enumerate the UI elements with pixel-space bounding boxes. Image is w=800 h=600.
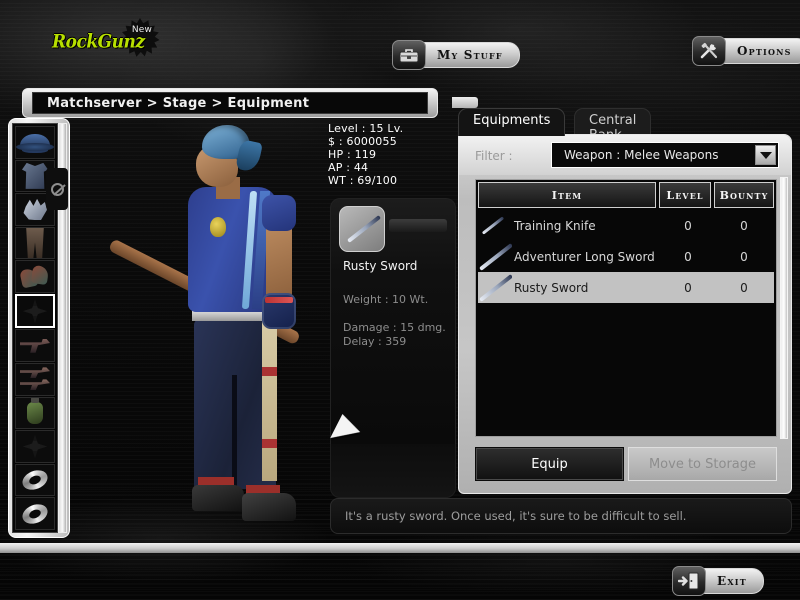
character-sleeve <box>262 195 296 231</box>
stat-hp: HP : 119 <box>328 148 377 161</box>
item-name: Rusty Sword <box>343 259 418 273</box>
item-durability-bar <box>389 219 447 232</box>
breadcrumb: Matchserver > Stage > Equipment <box>22 88 478 118</box>
item-row-bounty: 0 <box>740 218 748 233</box>
equip-button[interactable]: Equip <box>475 447 624 481</box>
item-description-bar: It's a rusty sword. Once used, it's sure… <box>330 498 792 534</box>
game-logo: New RockGunz <box>52 18 172 58</box>
item-thumbnail <box>339 206 385 252</box>
slot-ring-1[interactable] <box>15 463 55 497</box>
slot-ring-2[interactable] <box>15 497 55 530</box>
table-row[interactable]: Adventurer Long Sword 0 0 <box>478 241 774 272</box>
stat-level: Level : 15 Lv. <box>328 122 404 135</box>
item-row-level: 0 <box>684 280 692 295</box>
slot-column-lock-handle[interactable] <box>46 168 68 210</box>
equipment-panel: Filter : Weapon : Melee Weapons Item Lev… <box>458 134 792 494</box>
tab-central-bank[interactable]: Central Bank <box>574 108 652 143</box>
exit-label: Exit <box>699 568 764 594</box>
tab-equipments[interactable]: Equipments <box>458 108 566 136</box>
bottom-divider <box>0 543 800 553</box>
slot-primary[interactable] <box>15 329 55 363</box>
jacket-icon <box>22 162 48 189</box>
item-description-text: It's a rusty sword. Once used, it's sure… <box>345 509 687 523</box>
character-pant-stripe <box>262 321 277 481</box>
filter-label: Filter : <box>475 149 513 163</box>
slot-legs[interactable] <box>15 226 55 260</box>
table-row[interactable]: Training Knife 0 0 <box>478 210 774 241</box>
column-header-level[interactable]: Level <box>659 182 711 208</box>
item-damage: Damage : 15 dmg. <box>343 321 446 334</box>
boots-icon <box>21 266 49 288</box>
character-boot-left <box>192 485 244 511</box>
pants-icon <box>26 228 44 259</box>
breadcrumb-inner: Matchserver > Stage > Equipment <box>32 92 428 114</box>
column-header-item[interactable]: Item <box>478 182 656 208</box>
item-list-header: Item Level Bounty <box>478 182 774 208</box>
item-list-scrollbar[interactable] <box>780 177 788 439</box>
panel-action-buttons: Equip Move to Storage <box>475 447 777 481</box>
filter-selected-value: Weapon : Melee Weapons <box>564 148 719 162</box>
item-weight: Weight : 10 Wt. <box>343 293 429 306</box>
item-row-level: 0 <box>684 218 692 233</box>
knife-icon <box>478 212 512 240</box>
item-delay: Delay : 359 <box>343 335 407 348</box>
no-entry-icon <box>50 182 64 196</box>
item-row-bounty: 0 <box>740 280 748 295</box>
my-stuff-button[interactable]: My Stuff <box>392 40 520 70</box>
character-stats: Level : 15 Lv. $ : 6000055 HP : 119 AP :… <box>328 122 403 187</box>
character-leg-split <box>232 375 237 489</box>
grenade-icon <box>27 397 43 424</box>
exit-button[interactable]: Exit <box>672 566 764 596</box>
filter-dropdown[interactable]: Weapon : Melee Weapons <box>551 142 779 168</box>
sword-icon <box>478 243 512 271</box>
move-to-storage-button: Move to Storage <box>628 447 777 481</box>
slot-secondary[interactable] <box>15 363 55 396</box>
chevron-down-icon[interactable] <box>755 145 776 165</box>
character-boot-right <box>242 493 296 521</box>
slot-feet[interactable] <box>15 260 55 293</box>
sword-icon <box>347 215 381 243</box>
stat-wt: WT : 69/100 <box>328 174 398 187</box>
breadcrumb-text: Matchserver > Stage > Equipment <box>47 95 310 111</box>
my-stuff-label: My Stuff <box>419 42 520 68</box>
sword-icon <box>478 274 512 302</box>
slot-grenade[interactable] <box>15 396 55 430</box>
column-header-bounty[interactable]: Bounty <box>714 182 774 208</box>
suitcase-icon <box>392 40 426 70</box>
tools-icon <box>692 36 726 66</box>
item-list-rows: Training Knife 0 0 Adventurer Long Sword… <box>478 210 774 434</box>
slot-head[interactable] <box>15 126 55 159</box>
empty-slot-icon <box>23 434 47 459</box>
breadcrumb-tail <box>452 97 478 108</box>
item-row-bounty: 0 <box>740 249 748 264</box>
item-detail-panel-footer <box>330 444 456 498</box>
ring-icon <box>19 500 51 527</box>
gloves-icon <box>23 198 47 221</box>
item-detail-panel: Rusty Sword Weight : 10 Wt. Damage : 15 … <box>330 198 456 444</box>
character-jersey-emblem <box>210 217 226 237</box>
options-label: Options <box>719 38 800 64</box>
dual-pistols-icon <box>20 367 50 391</box>
character-glove <box>262 293 296 329</box>
character-preview[interactable] <box>107 125 330 540</box>
item-row-level: 0 <box>684 249 692 264</box>
character-bandana <box>202 125 250 159</box>
hat-icon <box>16 134 54 152</box>
game-window: New RockGunz My Stuff Options Matchserve… <box>0 0 800 600</box>
table-row[interactable]: Rusty Sword 0 0 <box>478 272 774 303</box>
item-list: Item Level Bounty Training Knife 0 0 Adv… <box>475 179 777 437</box>
stat-money: $ : 6000055 <box>328 135 397 148</box>
slot-melee[interactable] <box>15 293 55 329</box>
stat-ap: AP : 44 <box>328 161 369 174</box>
slot-custom[interactable] <box>15 430 55 463</box>
ring-icon <box>19 466 51 494</box>
pistol-icon <box>20 338 50 353</box>
empty-slot-icon <box>23 299 47 324</box>
exit-door-icon <box>672 566 706 596</box>
options-button[interactable]: Options <box>692 36 800 66</box>
logo-text: RockGunz <box>52 30 145 54</box>
